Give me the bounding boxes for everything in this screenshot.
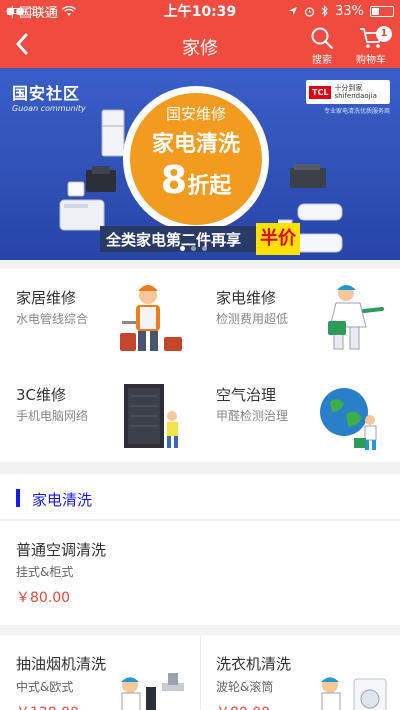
pager-dot (180, 246, 185, 251)
section-accent-bar (16, 489, 20, 507)
server-cabinet-icon (124, 384, 178, 448)
product-washer-cleaning[interactable]: 洗衣机清洗 波轮&滚筒 ￥80.00 (200, 635, 400, 710)
battery-percent: 33% (335, 3, 364, 19)
product-ac-cleaning[interactable]: 普通空调清洗 挂式&柜式 ￥80.00 (0, 521, 400, 625)
promo-circle: 国安维修 家电清洗 8折起 (123, 86, 269, 232)
product-sub: 中式&欧式 (16, 680, 74, 694)
product-price: ￥128.00 (16, 702, 79, 710)
cart-badge: 1 (376, 26, 392, 42)
product-sub: 波轮&滚筒 (216, 680, 274, 694)
promo-line-2: 家电清洗 (151, 132, 240, 157)
promo-line-1: 国安维修 (165, 105, 226, 123)
nav-bar: 家修 搜索 购物车 1 (0, 22, 400, 68)
category-grid: 家居维修 水电管线综合 家电维修 检测费用超低 3C维修 手机电脑网络 空气治理… (0, 269, 400, 462)
product-name: 洗衣机清洗 (216, 655, 292, 673)
worker-tools-icon (120, 285, 182, 351)
pager-dot (191, 246, 196, 251)
battery-icon (370, 5, 394, 17)
product-hood-cleaning[interactable]: 抽油烟机清洗 中式&欧式 ￥128.00 (0, 635, 200, 710)
promo-discount: 8折起 (160, 158, 232, 202)
section-header: 家电清洗 (0, 474, 400, 520)
signal-strength: ●●○○○ (6, 5, 55, 17)
clock: 上午10:39 (163, 4, 237, 20)
cart-label: 购物车 (356, 55, 386, 66)
banner-pager (180, 246, 207, 251)
search-label: 搜索 (312, 55, 332, 66)
product-sub: 挂式&柜式 (16, 565, 74, 579)
product-name: 普通空调清洗 (16, 541, 107, 559)
fridge-illustration (101, 109, 125, 157)
location-arrow-icon (289, 7, 298, 15)
search-button[interactable]: 搜索 (302, 26, 342, 66)
promo-highlight: 半价 (256, 223, 300, 255)
product-row: 抽油烟机清洗 中式&欧式 ￥128.00 洗衣机清洗 波轮&滚筒 ￥80.00 (0, 635, 400, 710)
hood-worker-icon (121, 673, 184, 710)
category-air-treatment[interactable]: 空气治理 甲醛检测治理 (200, 366, 400, 462)
bluetooth-icon (321, 5, 328, 17)
search-icon (311, 27, 333, 49)
category-appliance-repair[interactable]: 家电维修 检测费用超低 (200, 269, 400, 365)
partner-slogan: 专业家电清洗优质服务商 (323, 108, 390, 115)
partner-logo: TCL 十分到家 shifendaojia (306, 80, 390, 104)
alarm-icon (304, 6, 315, 17)
category-name: 家居维修 (16, 289, 77, 307)
category-desc: 甲醛检测治理 (216, 409, 289, 423)
promo-banner[interactable]: 国安社区 Guoan community TCL 十分到家 shifendaoji… (0, 68, 400, 260)
wifi-icon (62, 5, 76, 16)
repairman-icon (328, 285, 384, 350)
globe-worker-icon (320, 388, 377, 450)
product-price: ￥80.00 (216, 702, 270, 710)
category-name: 空气治理 (216, 386, 277, 404)
category-name: 家电维修 (216, 289, 277, 307)
category-name: 3C维修 (16, 386, 67, 404)
category-home-repair[interactable]: 家居维修 水电管线综合 (0, 269, 200, 365)
section-title: 家电清洗 (32, 491, 93, 509)
cart-button[interactable]: 购物车 1 (346, 26, 396, 66)
product-price: ￥80.00 (16, 590, 71, 606)
pager-dot (202, 246, 207, 251)
category-desc: 手机电脑网络 (16, 409, 89, 423)
category-desc: 水电管线综合 (16, 312, 89, 326)
washer-worker-icon (321, 677, 387, 710)
product-name: 抽油烟机清洗 (16, 655, 107, 673)
category-3c-repair[interactable]: 3C维修 手机电脑网络 (0, 366, 200, 462)
status-bar: ●●○○○ 中国联通 上午10:39 33% (0, 0, 400, 22)
guoan-logo: 国安社区 Guoan community (12, 84, 86, 113)
category-desc: 检测费用超低 (216, 312, 289, 326)
